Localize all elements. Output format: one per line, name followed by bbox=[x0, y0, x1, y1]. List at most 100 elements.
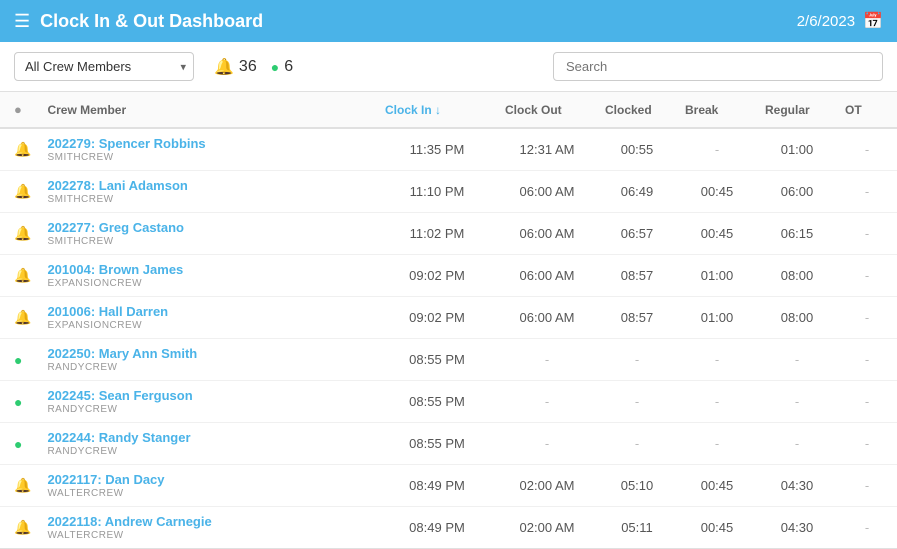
row-clockin: 11:10 PM bbox=[377, 171, 497, 213]
row-ot: - bbox=[837, 171, 897, 213]
row-member-cell: 201004: Brown James EXPANSIONCREW bbox=[39, 255, 377, 297]
crew-sub: WALTERCREW bbox=[47, 488, 369, 499]
crew-filter-select[interactable]: All Crew Members bbox=[14, 52, 194, 81]
header-date: 2/6/2023 bbox=[797, 13, 855, 30]
row-clocked: 06:57 bbox=[597, 213, 677, 255]
col-header-clocked: Clocked bbox=[597, 92, 677, 128]
crew-sub: SMITHCREW bbox=[47, 236, 369, 247]
row-status-icon: ● bbox=[14, 394, 22, 410]
row-regular: 06:00 bbox=[757, 171, 837, 213]
crew-sub: SMITHCREW bbox=[47, 152, 369, 163]
member-link[interactable]: 201006: Hall Darren bbox=[47, 304, 168, 319]
row-ot: - bbox=[837, 213, 897, 255]
row-status-icon-cell: 🔔 bbox=[0, 128, 39, 171]
table-row: 🔔 202278: Lani Adamson SMITHCREW 11:10 P… bbox=[0, 171, 897, 213]
row-break: 01:00 bbox=[677, 297, 757, 339]
row-clockout: - bbox=[497, 339, 597, 381]
row-ot: - bbox=[837, 423, 897, 465]
header-status-icon: ● bbox=[14, 102, 22, 117]
clocked-out-stat: 🔔 36 bbox=[214, 57, 257, 77]
row-clockout: - bbox=[497, 423, 597, 465]
calendar-icon[interactable]: 📅 bbox=[863, 11, 883, 31]
table-header: ● Crew Member Clock In ↓ Clock Out Clock… bbox=[0, 92, 897, 128]
row-break: 00:45 bbox=[677, 213, 757, 255]
member-link[interactable]: 202250: Mary Ann Smith bbox=[47, 346, 197, 361]
row-clockout: - bbox=[497, 381, 597, 423]
row-break: - bbox=[677, 423, 757, 465]
row-clockout: 06:00 AM bbox=[497, 297, 597, 339]
row-member-cell: 201006: Hall Darren EXPANSIONCREW bbox=[39, 297, 377, 339]
row-clocked: 08:57 bbox=[597, 255, 677, 297]
row-clockin: 08:55 PM bbox=[377, 381, 497, 423]
row-ot: - bbox=[837, 339, 897, 381]
row-regular: 01:00 bbox=[757, 128, 837, 171]
row-status-icon: ● bbox=[14, 436, 22, 452]
member-link[interactable]: 202245: Sean Ferguson bbox=[47, 388, 192, 403]
crew-sub: EXPANSIONCREW bbox=[47, 278, 369, 289]
row-ot: - bbox=[837, 297, 897, 339]
member-link[interactable]: 202279: Spencer Robbins bbox=[47, 136, 205, 151]
row-break: - bbox=[677, 339, 757, 381]
col-header-clockin[interactable]: Clock In ↓ bbox=[377, 92, 497, 128]
row-member-cell: 202278: Lani Adamson SMITHCREW bbox=[39, 171, 377, 213]
row-clockin: 09:02 PM bbox=[377, 297, 497, 339]
row-break: 00:45 bbox=[677, 507, 757, 549]
row-clockout: 06:00 AM bbox=[497, 213, 597, 255]
row-status-icon-cell: 🔔 bbox=[0, 465, 39, 507]
crew-filter-wrapper: All Crew Members bbox=[14, 52, 194, 81]
row-status-icon: 🔔 bbox=[14, 225, 31, 241]
member-link[interactable]: 202244: Randy Stanger bbox=[47, 430, 190, 445]
header-left: ☰ Clock In & Out Dashboard bbox=[14, 11, 263, 32]
member-link[interactable]: 2022117: Dan Dacy bbox=[47, 472, 164, 487]
row-clocked: - bbox=[597, 423, 677, 465]
member-link[interactable]: 2022118: Andrew Carnegie bbox=[47, 514, 211, 529]
row-regular: - bbox=[757, 423, 837, 465]
table-row: 🔔 201006: Hall Darren EXPANSIONCREW 09:0… bbox=[0, 297, 897, 339]
row-clockout: 02:00 AM bbox=[497, 507, 597, 549]
row-status-icon: 🔔 bbox=[14, 267, 31, 283]
member-link[interactable]: 202277: Greg Castano bbox=[47, 220, 184, 235]
row-status-icon-cell: ● bbox=[0, 381, 39, 423]
row-clockin: 11:35 PM bbox=[377, 128, 497, 171]
row-clockout: 06:00 AM bbox=[497, 255, 597, 297]
row-member-cell: 202244: Randy Stanger RANDYCREW bbox=[39, 423, 377, 465]
header-right: 2/6/2023 📅 bbox=[797, 11, 883, 31]
row-status-icon: 🔔 bbox=[14, 141, 31, 157]
row-member-cell: 202245: Sean Ferguson RANDYCREW bbox=[39, 381, 377, 423]
clocked-out-icon: 🔔 bbox=[214, 57, 234, 77]
table-row: ● 202245: Sean Ferguson RANDYCREW 08:55 … bbox=[0, 381, 897, 423]
table-row: 🔔 202277: Greg Castano SMITHCREW 11:02 P… bbox=[0, 213, 897, 255]
row-ot: - bbox=[837, 381, 897, 423]
row-regular: 08:00 bbox=[757, 255, 837, 297]
row-status-icon: 🔔 bbox=[14, 309, 31, 325]
clocked-in-count: 6 bbox=[284, 58, 293, 76]
crew-sub: WALTERCREW bbox=[47, 530, 369, 541]
row-break: - bbox=[677, 128, 757, 171]
row-regular: 08:00 bbox=[757, 297, 837, 339]
member-link[interactable]: 202278: Lani Adamson bbox=[47, 178, 187, 193]
row-clockin: 08:49 PM bbox=[377, 465, 497, 507]
search-input[interactable] bbox=[553, 52, 883, 81]
table-row: 🔔 202279: Spencer Robbins SMITHCREW 11:3… bbox=[0, 128, 897, 171]
row-clocked: 05:11 bbox=[597, 507, 677, 549]
row-break: 00:45 bbox=[677, 171, 757, 213]
row-break: 00:45 bbox=[677, 465, 757, 507]
col-header-regular: Regular bbox=[757, 92, 837, 128]
table-body: 🔔 202279: Spencer Robbins SMITHCREW 11:3… bbox=[0, 128, 897, 549]
row-status-icon-cell: ● bbox=[0, 339, 39, 381]
stats-area: 🔔 36 ● 6 bbox=[214, 57, 293, 77]
member-link[interactable]: 201004: Brown James bbox=[47, 262, 183, 277]
col-header-clockout: Clock Out bbox=[497, 92, 597, 128]
row-regular: - bbox=[757, 381, 837, 423]
row-status-icon: 🔔 bbox=[14, 519, 31, 535]
crew-sub: RANDYCREW bbox=[47, 404, 369, 415]
hamburger-icon[interactable]: ☰ bbox=[14, 11, 30, 32]
row-clocked: 05:10 bbox=[597, 465, 677, 507]
col-header-break: Break bbox=[677, 92, 757, 128]
clocked-out-count: 36 bbox=[239, 58, 257, 76]
row-ot: - bbox=[837, 465, 897, 507]
row-member-cell: 2022117: Dan Dacy WALTERCREW bbox=[39, 465, 377, 507]
table-row: ● 202250: Mary Ann Smith RANDYCREW 08:55… bbox=[0, 339, 897, 381]
header-title: Clock In & Out Dashboard bbox=[40, 11, 263, 32]
row-ot: - bbox=[837, 507, 897, 549]
